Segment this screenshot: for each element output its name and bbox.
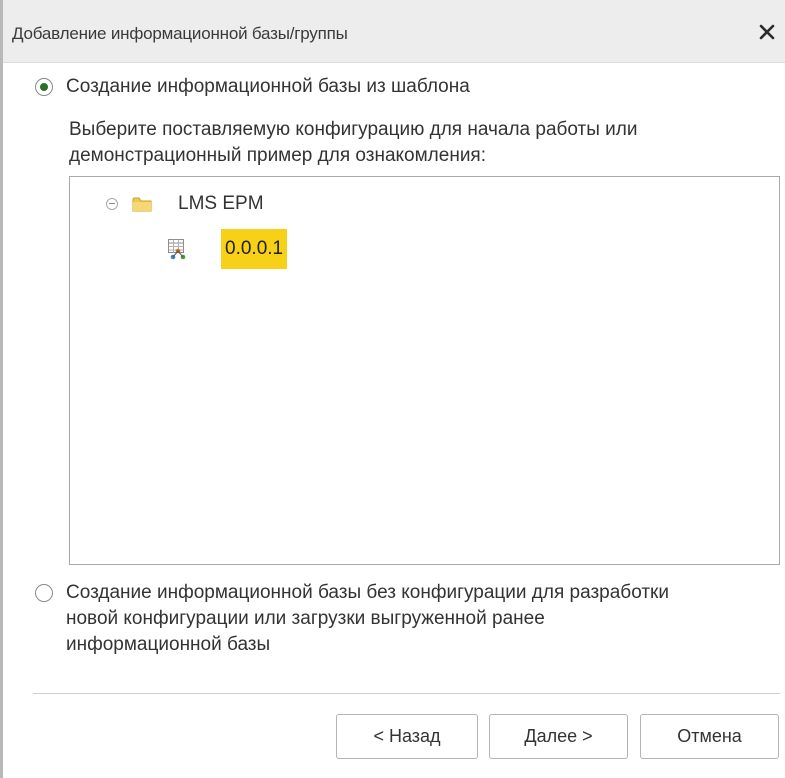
title-bar[interactable]: Добавление информационной базы/группы [3, 0, 785, 63]
close-button[interactable] [755, 20, 779, 44]
folder-icon [132, 197, 152, 212]
collapse-icon[interactable] [106, 198, 118, 210]
tree-group-lms-epm[interactable]: LMS EPM [106, 193, 264, 215]
template-tree[interactable]: LMS EPM 0.0.0.1 [69, 176, 780, 565]
option-empty-base-line: новой конфигурации или загрузки выгружен… [66, 608, 545, 629]
option-from-template[interactable]: Создание информационной базы из шаблона [35, 76, 470, 100]
tree-group-label: LMS EPM [178, 193, 264, 214]
tree-item-configuration[interactable]: 0.0.0.1 [167, 229, 288, 269]
cancel-button[interactable]: Отмена [640, 714, 779, 759]
description-line: демонстрационный пример для ознакомления… [69, 145, 486, 166]
template-description: Выберите поставляемую конфигурацию для н… [69, 117, 638, 169]
radio-from-template[interactable] [35, 78, 53, 96]
radio-empty-base[interactable] [35, 584, 53, 602]
option-empty-base[interactable]: Создание информационной базы без конфигу… [35, 582, 669, 658]
back-button[interactable]: < Назад [336, 714, 478, 759]
option-empty-base-line: Создание информационной базы без конфигу… [66, 582, 669, 603]
footer-separator [33, 693, 780, 694]
description-line: Выберите поставляемую конфигурацию для н… [69, 119, 638, 140]
tree-item-label: 0.0.0.1 [221, 229, 288, 269]
option-empty-base-label: Создание информационной базы без конфигу… [66, 580, 669, 658]
dialog-title: Добавление информационной базы/группы [12, 24, 348, 43]
option-empty-base-line: информационной базы [66, 634, 271, 655]
add-infobase-dialog: Добавление информационной базы/группы Со… [0, 0, 785, 778]
next-button[interactable]: Далее > [489, 714, 628, 759]
option-from-template-label: Создание информационной базы из шаблона [66, 76, 470, 97]
configuration-icon [168, 239, 186, 260]
close-icon [759, 24, 775, 40]
